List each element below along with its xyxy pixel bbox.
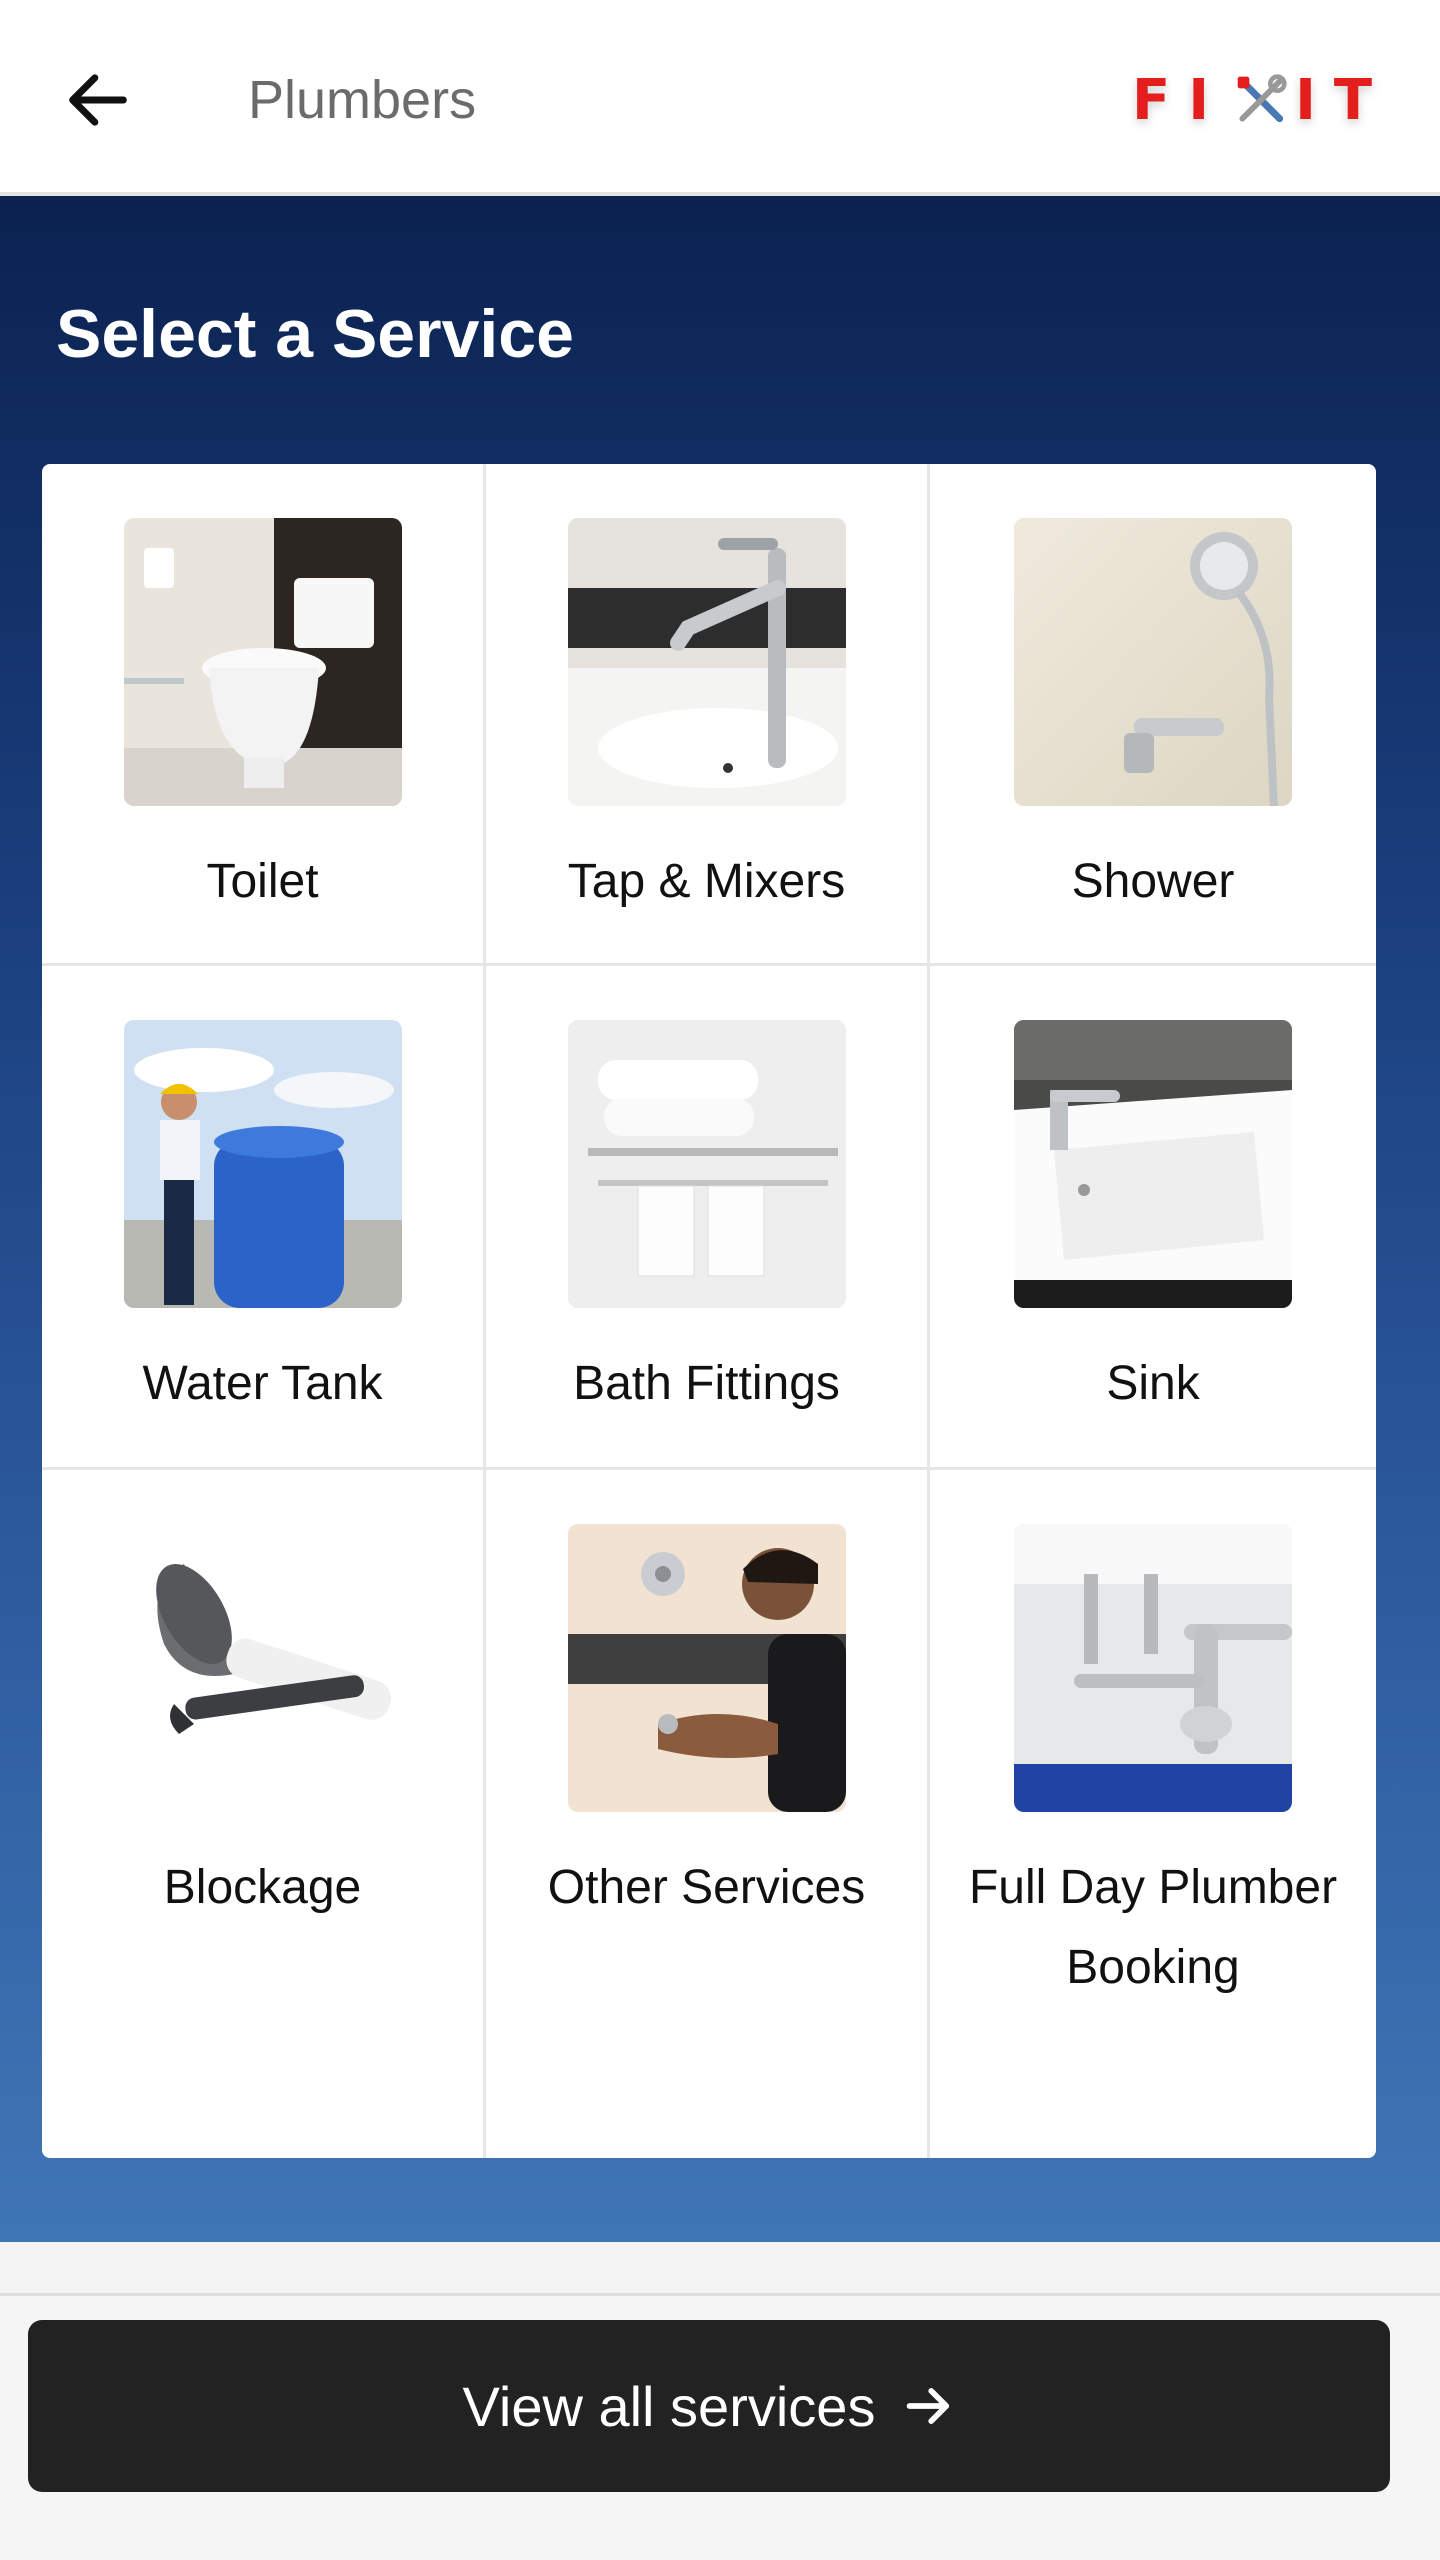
logo-text-right: IT <box>1295 67 1391 133</box>
service-tile-full-day-plumber[interactable]: Full Day Plumber Booking <box>930 1470 1376 2158</box>
view-all-services-button[interactable]: View all services <box>28 2320 1390 2492</box>
service-grid: Toilet Tap & Mixers Shower Water Tank Ba… <box>42 464 1376 2158</box>
back-button[interactable] <box>60 62 136 138</box>
tap-image <box>567 518 846 806</box>
service-tile-blockage[interactable]: Blockage <box>42 1470 486 2158</box>
full-day-plumber-image <box>1014 1524 1292 1812</box>
shower-image <box>1014 518 1292 806</box>
service-label: Other Services <box>547 1861 866 1914</box>
service-tile-toilet[interactable]: Toilet <box>42 464 486 966</box>
fixit-logo[interactable]: FI IT <box>1132 67 1391 133</box>
service-label: Tap & Mixers <box>567 855 846 908</box>
wrench-screwdriver-icon <box>1237 74 1287 123</box>
cta-label: View all services <box>462 2374 876 2438</box>
arrow-left-icon <box>69 74 127 126</box>
service-tile-tap-mixers[interactable]: Tap & Mixers <box>486 464 930 966</box>
service-label: Blockage <box>163 1861 362 1914</box>
service-label: Full Day Plumber Booking <box>968 1861 1338 1994</box>
water-tank-image <box>123 1020 402 1308</box>
bottom-divider-strip <box>0 2242 1440 2296</box>
section-title: Select a Service <box>56 296 574 372</box>
service-label: Sink <box>1106 1357 1200 1410</box>
service-tile-other-services[interactable]: Other Services <box>486 1470 930 2158</box>
blockage-image <box>123 1524 402 1812</box>
service-label: Shower <box>1071 855 1235 908</box>
app-header: Plumbers FI IT <box>0 0 1440 196</box>
service-tile-water-tank[interactable]: Water Tank <box>42 966 486 1470</box>
service-tile-sink[interactable]: Sink <box>930 966 1376 1470</box>
page-title: Plumbers <box>248 70 477 130</box>
sink-image <box>1014 1020 1292 1308</box>
service-label: Water Tank <box>142 1357 383 1410</box>
arrow-right-icon <box>907 2388 950 2424</box>
logo-text-left: FI <box>1132 67 1228 133</box>
service-tile-shower[interactable]: Shower <box>930 464 1376 966</box>
bath-fittings-image <box>567 1020 846 1308</box>
service-label: Bath Fittings <box>573 1357 840 1410</box>
service-tile-bath-fittings[interactable]: Bath Fittings <box>486 966 930 1470</box>
service-label: Toilet <box>206 855 319 908</box>
service-section: Select a Service Toilet Tap & Mixers Sho… <box>0 196 1440 2242</box>
toilet-image <box>123 518 402 806</box>
other-services-image <box>567 1524 846 1812</box>
